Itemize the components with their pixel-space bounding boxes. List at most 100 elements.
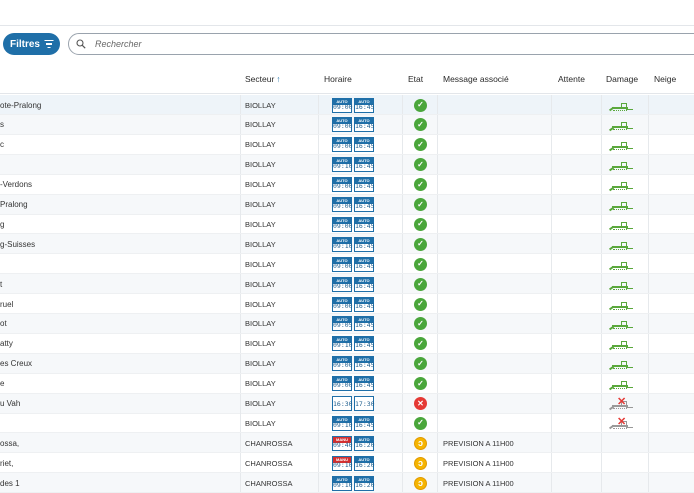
opening-time-box[interactable]: AUTO 09:00 bbox=[332, 276, 353, 292]
table-row[interactable]: ossa, CHANROSSA MANU 09:40 AUTO 16:20 ↄ PREVISI… bbox=[0, 433, 694, 454]
damage-cell bbox=[609, 115, 639, 135]
closing-time-box[interactable]: AUTO 16:45 bbox=[354, 117, 375, 133]
closing-time-box[interactable]: AUTO 16:45 bbox=[354, 316, 375, 332]
opening-time-box[interactable]: AUTO 09:10 bbox=[332, 475, 353, 491]
open-check-icon[interactable]: ✓ bbox=[414, 377, 427, 391]
opening-time-box[interactable]: AUTO 09:00 bbox=[332, 97, 353, 113]
closing-time-box[interactable]: AUTO 16:45 bbox=[354, 177, 375, 193]
slope-name bbox=[0, 254, 238, 274]
opening-time-box[interactable]: MANU 09:40 bbox=[332, 435, 353, 451]
filters-button[interactable]: Filtres bbox=[3, 33, 60, 55]
closing-time-box[interactable]: AUTO 16:20 bbox=[354, 455, 375, 471]
column-divider bbox=[648, 373, 649, 393]
waiting-clock-icon[interactable]: ↄ bbox=[414, 456, 427, 470]
closing-time-box[interactable]: AUTO 16:45 bbox=[354, 197, 375, 212]
closing-time-box[interactable]: AUTO 16:20 bbox=[354, 475, 375, 491]
open-check-icon[interactable]: ✓ bbox=[414, 198, 427, 211]
closing-time-box[interactable]: AUTO 16:45 bbox=[354, 415, 375, 431]
table-row[interactable]: g-Suisses BIOLLAY AUTO 09:10 AUTO 16:45 ✓ bbox=[0, 234, 694, 255]
open-check-icon[interactable]: ✓ bbox=[414, 98, 427, 112]
open-check-icon[interactable]: ✓ bbox=[414, 217, 427, 231]
opening-time-box[interactable]: AUTO 09:10 bbox=[332, 157, 353, 173]
opening-time-box[interactable]: AUTO 09:05 bbox=[332, 316, 353, 332]
open-check-icon[interactable]: ✓ bbox=[414, 158, 427, 172]
opening-time-box[interactable]: AUTO 09:10 bbox=[332, 415, 353, 431]
closing-time-box[interactable]: AUTO 16:45 bbox=[354, 276, 375, 292]
column-divider bbox=[601, 254, 602, 274]
closing-time-box[interactable]: AUTO 16:20 bbox=[354, 435, 375, 451]
open-check-icon[interactable]: ✓ bbox=[414, 257, 427, 271]
column-header-message[interactable]: Message associé bbox=[443, 74, 509, 84]
opening-time-box[interactable]: MANU 09:10 bbox=[332, 455, 353, 471]
table-row[interactable]: BIOLLAY AUTO 09:10 AUTO 16:45 ✓ ✕ bbox=[0, 413, 694, 434]
closing-time-box[interactable]: AUTO 16:45 bbox=[354, 296, 375, 312]
closing-time-box[interactable]: AUTO 16:45 bbox=[354, 256, 375, 272]
opening-time-box[interactable]: AUTO 09:00 bbox=[332, 177, 353, 193]
open-check-icon[interactable]: ✓ bbox=[414, 416, 427, 430]
opening-time-box[interactable]: AUTO 09:00 bbox=[332, 296, 353, 312]
open-check-icon[interactable]: ✓ bbox=[414, 178, 427, 192]
opening-time-box[interactable]: AUTO 09:10 bbox=[332, 236, 353, 252]
table-row[interactable]: ot BIOLLAY AUTO 09:05 AUTO 16:45 ✓ bbox=[0, 313, 694, 334]
opening-time-box[interactable]: 16:30 bbox=[332, 396, 353, 411]
opening-time-box[interactable]: AUTO 09:00 bbox=[332, 117, 353, 133]
open-check-icon[interactable]: ✓ bbox=[414, 357, 427, 371]
closing-time-box[interactable]: 17:30 bbox=[354, 396, 375, 411]
waiting-clock-icon[interactable]: ↄ bbox=[414, 476, 427, 490]
open-check-icon[interactable]: ✓ bbox=[414, 297, 427, 311]
table-row[interactable]: t BIOLLAY AUTO 09:00 AUTO 16:45 ✓ bbox=[0, 274, 694, 295]
column-header-attente[interactable]: Attente bbox=[558, 74, 585, 84]
waiting-clock-icon[interactable]: ↄ bbox=[414, 436, 427, 450]
table-row[interactable]: u Vah BIOLLAY 16:30 17:30 ✕ ✕ bbox=[0, 393, 694, 414]
state-cell: ✓ bbox=[413, 115, 428, 135]
table-row[interactable]: g BIOLLAY AUTO 09:00 AUTO 16:45 ✓ bbox=[0, 214, 694, 235]
column-divider bbox=[648, 274, 649, 294]
table-row[interactable]: ote-Pralong BIOLLAY AUTO 09:00 AUTO 16:45 ✓ bbox=[0, 95, 694, 115]
table-row[interactable]: BIOLLAY AUTO 09:10 AUTO 16:45 ✓ bbox=[0, 154, 694, 175]
state-cell: ✓ bbox=[413, 155, 428, 175]
opening-time-box[interactable]: AUTO 09:00 bbox=[332, 216, 353, 232]
open-check-icon[interactable]: ✓ bbox=[414, 317, 427, 331]
closing-time: 16:45 bbox=[355, 420, 375, 429]
open-check-icon[interactable]: ✓ bbox=[414, 118, 427, 132]
closing-time-box[interactable]: AUTO 16:45 bbox=[354, 336, 375, 352]
damage-cell: ✕ bbox=[609, 413, 639, 433]
opening-time-box[interactable]: AUTO 09:10 bbox=[332, 336, 353, 352]
opening-time-box[interactable]: AUTO 09:00 bbox=[332, 356, 353, 372]
table-row[interactable]: atty BIOLLAY AUTO 09:10 AUTO 16:45 ✓ bbox=[0, 333, 694, 354]
table-row[interactable]: BIOLLAY AUTO 09:00 AUTO 16:45 ✓ bbox=[0, 254, 694, 275]
search-input[interactable] bbox=[95, 36, 655, 52]
column-header-damage[interactable]: Damage bbox=[606, 74, 638, 84]
closing-time-box[interactable]: AUTO 16:45 bbox=[354, 137, 375, 153]
closing-time-box[interactable]: AUTO 16:45 bbox=[354, 216, 375, 232]
open-check-icon[interactable]: ✓ bbox=[414, 337, 427, 351]
opening-time-box[interactable]: AUTO 09:00 bbox=[332, 256, 353, 272]
closing-time-box[interactable]: AUTO 16:45 bbox=[354, 236, 375, 252]
open-check-icon[interactable]: ✓ bbox=[414, 277, 427, 291]
column-header-neige[interactable]: Neige bbox=[654, 74, 676, 84]
closed-x-icon[interactable]: ✕ bbox=[414, 397, 427, 410]
column-header-horaire[interactable]: Horaire bbox=[324, 74, 352, 84]
opening-time-box[interactable]: AUTO 09:00 bbox=[332, 197, 353, 212]
table-row[interactable]: c BIOLLAY AUTO 09:00 AUTO 16:45 ✓ bbox=[0, 134, 694, 155]
table-row[interactable]: des 1 CHANROSSA AUTO 09:10 AUTO 16:20 ↄ PREVISI… bbox=[0, 473, 694, 493]
table-row[interactable]: es Creux BIOLLAY AUTO 09:00 AUTO 16:45 ✓ bbox=[0, 353, 694, 374]
closing-time-box[interactable]: AUTO 16:45 bbox=[354, 356, 375, 372]
table-row[interactable]: e BIOLLAY AUTO 09:00 AUTO 16:45 ✓ bbox=[0, 373, 694, 394]
search-box[interactable] bbox=[68, 33, 694, 55]
open-check-icon[interactable]: ✓ bbox=[414, 138, 427, 152]
closing-time-box[interactable]: AUTO 16:45 bbox=[354, 97, 375, 113]
table-row[interactable]: -Verdons BIOLLAY AUTO 09:00 AUTO 16:45 ✓ bbox=[0, 174, 694, 195]
opening-time-box[interactable]: AUTO 09:00 bbox=[332, 376, 353, 392]
table-row[interactable]: Pralong BIOLLAY AUTO 09:00 AUTO 16:45 ✓ bbox=[0, 194, 694, 215]
closing-time-box[interactable]: AUTO 16:45 bbox=[354, 157, 375, 173]
column-header-secteur[interactable]: Secteur ↑ bbox=[245, 74, 281, 84]
opening-time-box[interactable]: AUTO 09:00 bbox=[332, 137, 353, 153]
closing-time-box[interactable]: AUTO 16:45 bbox=[354, 376, 375, 392]
table-row[interactable]: s BIOLLAY AUTO 09:00 AUTO 16:45 ✓ bbox=[0, 114, 694, 135]
table-row[interactable]: riet, CHANROSSA MANU 09:10 AUTO 16:20 ↄ PREVISI… bbox=[0, 453, 694, 474]
open-check-icon[interactable]: ✓ bbox=[414, 237, 427, 251]
table-row[interactable]: ruel BIOLLAY AUTO 09:00 AUTO 16:45 ✓ bbox=[0, 294, 694, 314]
groomer-icon bbox=[609, 299, 633, 310]
column-header-etat[interactable]: Etat bbox=[408, 74, 423, 84]
